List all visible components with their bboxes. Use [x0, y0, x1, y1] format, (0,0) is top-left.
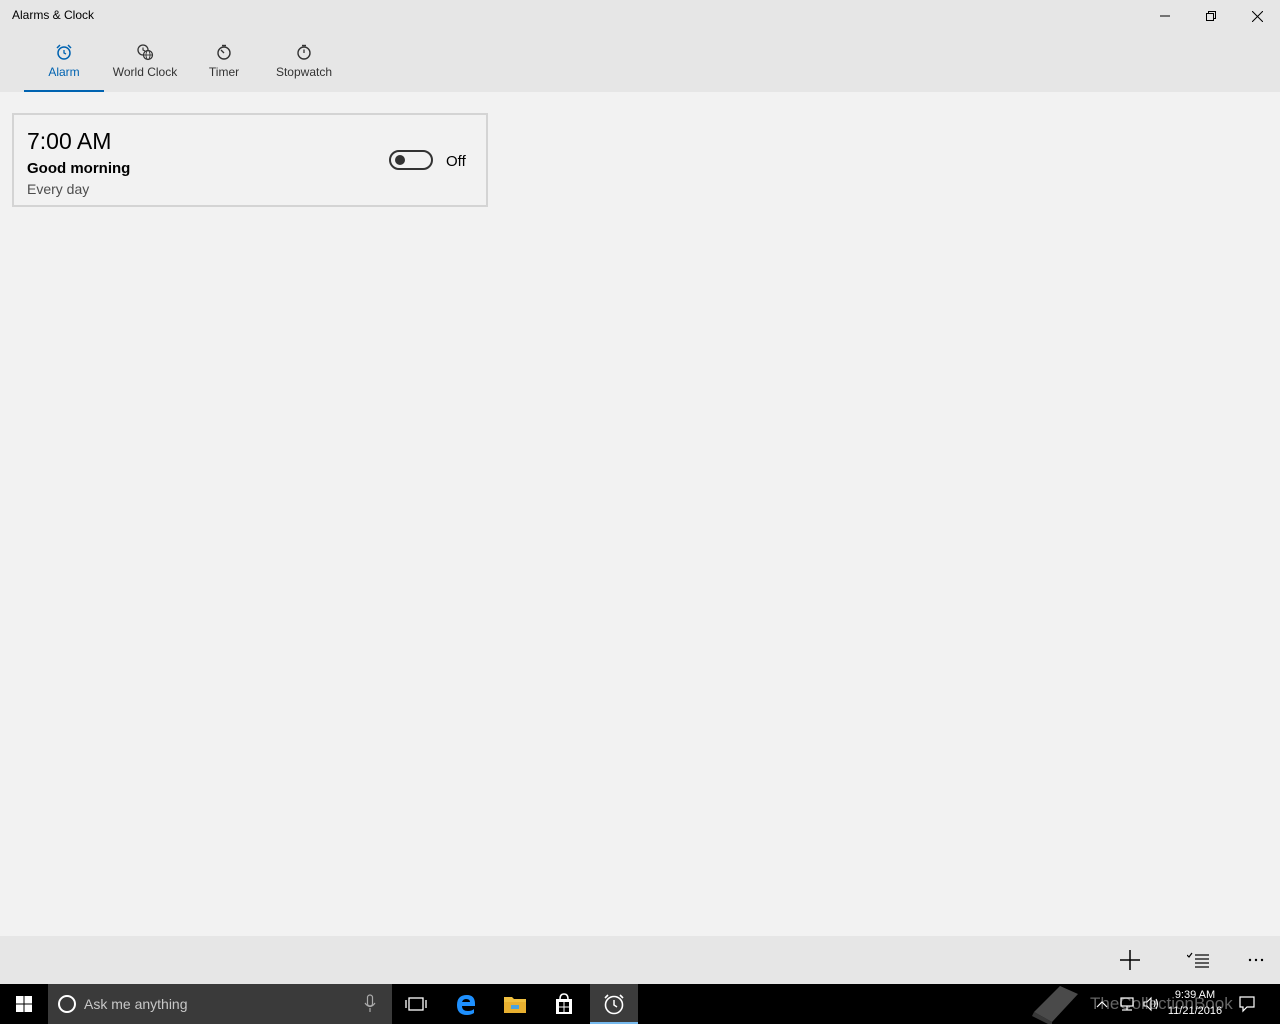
- file-explorer-button[interactable]: [491, 984, 539, 1024]
- edge-button[interactable]: [442, 984, 490, 1024]
- store-icon: [556, 993, 572, 1014]
- timer-icon: [215, 43, 233, 61]
- more-button[interactable]: [1234, 942, 1278, 978]
- more-ellipsis-icon: [1248, 958, 1264, 962]
- command-bar: [0, 936, 1280, 984]
- tab-stopwatch[interactable]: Stopwatch: [266, 32, 342, 92]
- alarms-app-icon: [604, 994, 624, 1015]
- clock-time: 9:39 AM: [1174, 989, 1216, 1001]
- volume-icon[interactable]: [1142, 994, 1160, 1014]
- globe-clock-icon: [136, 43, 154, 61]
- alarm-toggle[interactable]: [389, 150, 433, 170]
- restore-button[interactable]: [1188, 0, 1234, 32]
- book-logo-icon: [1032, 986, 1078, 1024]
- task-view-button[interactable]: [392, 984, 440, 1024]
- active-tab-indicator: [24, 90, 104, 92]
- microphone-icon[interactable]: [364, 994, 376, 1014]
- start-button[interactable]: [0, 984, 48, 1024]
- network-icon[interactable]: [1118, 994, 1136, 1014]
- tab-label: World Clock: [112, 65, 178, 79]
- cortana-icon: [58, 995, 76, 1013]
- close-button[interactable]: [1234, 0, 1280, 32]
- store-button[interactable]: [540, 984, 588, 1024]
- task-view-icon: [405, 997, 427, 1011]
- clock-date: 11/21/2016: [1167, 1005, 1223, 1017]
- alarm-repeat: Every day: [27, 181, 90, 197]
- tab-world-clock[interactable]: World Clock: [104, 32, 186, 92]
- restore-icon: [1206, 11, 1216, 21]
- add-alarm-button[interactable]: [1108, 942, 1152, 978]
- alarm-toggle-state: Off: [446, 153, 466, 170]
- toggle-knob: [395, 155, 405, 165]
- edge-icon: [457, 995, 475, 1015]
- action-center-icon[interactable]: [1238, 994, 1256, 1014]
- alarm-name: Good morning: [27, 160, 131, 177]
- window-title: Alarms & Clock: [12, 8, 95, 22]
- minimize-icon: [1160, 15, 1170, 17]
- select-list-icon: [1187, 952, 1209, 968]
- tab-bar: Alarm World Clock Timer Stopwatch: [0, 32, 1280, 92]
- title-bar: Alarms & Clock: [0, 0, 1280, 32]
- tab-label: Alarm: [48, 65, 80, 79]
- file-explorer-icon: [504, 997, 526, 1013]
- plus-icon: [1120, 950, 1140, 970]
- windows-logo-icon: [16, 996, 32, 1012]
- stopwatch-icon: [295, 43, 313, 61]
- minimize-button[interactable]: [1142, 0, 1188, 32]
- close-icon: [1251, 10, 1263, 22]
- alarm-clock-icon: [55, 43, 73, 61]
- alarms-app-button[interactable]: [590, 984, 638, 1024]
- taskbar: Ask me anything TheCollectionBook 9:39 A…: [0, 984, 1280, 1024]
- cortana-search-box[interactable]: Ask me anything: [48, 984, 392, 1024]
- alarm-card[interactable]: 7:00 AM Good morning Every day Off: [12, 113, 488, 207]
- chevron-up-icon[interactable]: [1096, 994, 1108, 1014]
- tab-label: Stopwatch: [275, 65, 333, 79]
- tab-timer[interactable]: Timer: [196, 32, 252, 92]
- taskbar-clock[interactable]: 9:39 AM 11/21/2016: [1160, 987, 1230, 1019]
- search-placeholder: Ask me anything: [84, 996, 188, 1012]
- tab-label: Timer: [208, 65, 240, 79]
- alarm-time: 7:00 AM: [27, 128, 112, 154]
- select-alarms-button[interactable]: [1176, 942, 1220, 978]
- tab-alarm[interactable]: Alarm: [24, 32, 104, 92]
